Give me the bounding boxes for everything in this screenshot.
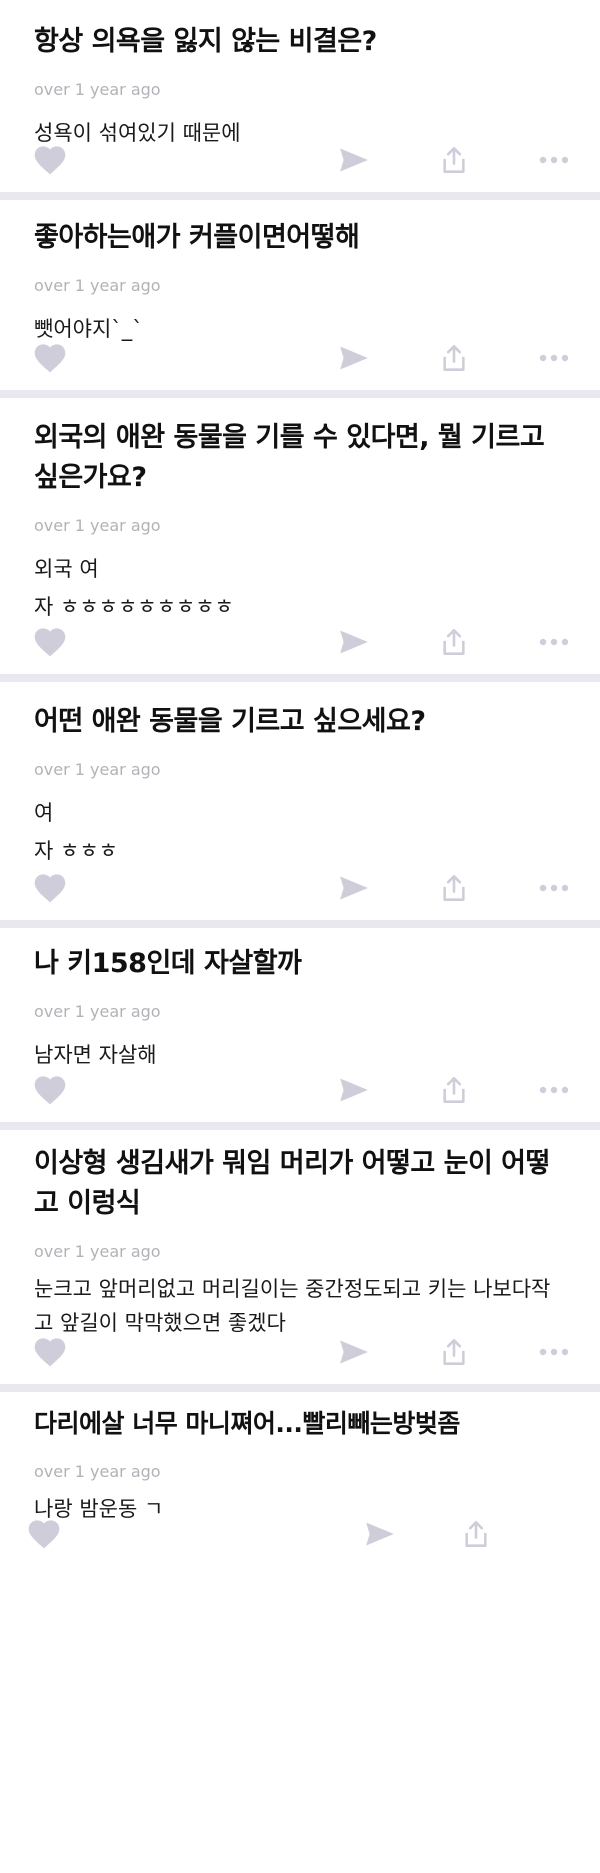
heart-icon (28, 1520, 60, 1549)
paper-plane-icon (366, 1522, 394, 1546)
more-dots-icon (539, 156, 569, 164)
post-card: 어떤 애완 동물을 기르고 싶으세요? over 1 year ago 여 자 … (0, 682, 600, 920)
paper-plane-icon (340, 346, 368, 370)
more-dots-icon (539, 1086, 569, 1094)
question-text: 어떤 애완 동물을 기르고 싶으세요? (34, 706, 426, 737)
answer-text: 눈크고 앞머리없고 머리길이는 중간정도되고 키는 나보다작고 앞길이 막막했으… (34, 1277, 551, 1335)
question-text: 좋아하는애가 커플이면어떻해 (34, 222, 360, 253)
like-button[interactable] (30, 142, 70, 178)
answer-text: 남자면 자살해 (34, 1043, 157, 1067)
answer-text: 여 자 ㅎㅎㅎ (34, 801, 118, 863)
more-button[interactable] (534, 624, 574, 660)
question-text: 나 키158인데 자살할까 (34, 948, 302, 979)
like-button[interactable] (30, 340, 70, 376)
send-button[interactable] (334, 624, 374, 660)
more-button[interactable] (534, 142, 574, 178)
send-button[interactable] (334, 1072, 374, 1108)
paper-plane-icon (340, 876, 368, 900)
timestamp: over 1 year ago (34, 276, 161, 295)
send-button[interactable] (360, 1516, 400, 1552)
paper-plane-icon (340, 148, 368, 172)
paper-plane-icon (340, 630, 368, 654)
post-actions (0, 624, 600, 660)
share-icon (465, 1521, 487, 1547)
post-actions (0, 1516, 600, 1552)
post-card: 다리에살 너무 마니쪄어...빨리빼는방벚좀 over 1 year ago 나… (0, 1392, 600, 1873)
share-icon (443, 875, 465, 901)
like-button[interactable] (30, 1072, 70, 1108)
paper-plane-icon (340, 1340, 368, 1364)
more-dots-icon (539, 884, 569, 892)
send-button[interactable] (334, 870, 374, 906)
post-card: 나 키158인데 자살할까 over 1 year ago 남자면 자살해 (0, 928, 600, 1122)
like-button[interactable] (30, 870, 70, 906)
answer-text: 외국 여 자 ㅎㅎㅎㅎㅎㅎㅎㅎㅎ (34, 557, 234, 619)
question-text: 다리에살 너무 마니쪄어...빨리빼는방벚좀 (34, 1409, 460, 1438)
heart-icon (34, 1338, 66, 1367)
timestamp: over 1 year ago (34, 760, 161, 779)
timestamp: over 1 year ago (34, 1242, 161, 1261)
more-dots-icon (539, 638, 569, 646)
send-button[interactable] (334, 340, 374, 376)
like-button[interactable] (30, 1334, 70, 1370)
more-button[interactable] (534, 340, 574, 376)
send-button[interactable] (334, 1334, 374, 1370)
question-text: 이상형 생김새가 뭐임 머리가 어떻고 눈이 어떻고 이렁식 (34, 1148, 550, 1219)
share-button[interactable] (434, 1334, 474, 1370)
share-icon (443, 1077, 465, 1103)
heart-icon (34, 1076, 66, 1105)
more-button[interactable] (534, 1334, 574, 1370)
answer-feed: 항상 의욕을 잃지 않는 비결은? over 1 year ago 성욕이 섞여… (0, 0, 600, 1873)
heart-icon (34, 344, 66, 373)
share-button[interactable] (434, 340, 474, 376)
timestamp: over 1 year ago (34, 80, 161, 99)
post-card: 좋아하는애가 커플이면어떻해 over 1 year ago 뺏어야지`_` (0, 200, 600, 390)
share-button[interactable] (456, 1516, 496, 1552)
heart-icon (34, 146, 66, 175)
post-actions (0, 1072, 600, 1108)
post-card: 이상형 생김새가 뭐임 머리가 어떻고 눈이 어떻고 이렁식 over 1 ye… (0, 1130, 600, 1384)
post-card: 항상 의욕을 잃지 않는 비결은? over 1 year ago 성욕이 섞여… (0, 0, 600, 192)
more-button[interactable] (534, 1072, 574, 1108)
paper-plane-icon (340, 1078, 368, 1102)
share-icon (443, 1339, 465, 1365)
timestamp: over 1 year ago (34, 1002, 161, 1021)
share-button[interactable] (434, 1072, 474, 1108)
share-button[interactable] (434, 142, 474, 178)
timestamp: over 1 year ago (34, 1462, 161, 1481)
share-icon (443, 345, 465, 371)
share-button[interactable] (434, 870, 474, 906)
post-actions (0, 142, 600, 178)
share-icon (443, 147, 465, 173)
question-text: 항상 의욕을 잃지 않는 비결은? (34, 26, 377, 57)
share-button[interactable] (434, 624, 474, 660)
question-text: 외국의 애완 동물을 기를 수 있다면, 뭘 기르고 싶은가요? (34, 422, 545, 493)
post-actions (0, 1334, 600, 1370)
heart-icon (34, 628, 66, 657)
heart-icon (34, 874, 66, 903)
more-dots-icon (539, 1348, 569, 1356)
post-card: 외국의 애완 동물을 기를 수 있다면, 뭘 기르고 싶은가요? over 1 … (0, 398, 600, 674)
send-button[interactable] (334, 142, 374, 178)
post-actions (0, 340, 600, 376)
timestamp: over 1 year ago (34, 516, 161, 535)
more-button[interactable] (534, 870, 574, 906)
share-icon (443, 629, 465, 655)
post-actions (0, 870, 600, 906)
like-button[interactable] (30, 624, 70, 660)
more-dots-icon (539, 354, 569, 362)
like-button[interactable] (24, 1516, 64, 1552)
